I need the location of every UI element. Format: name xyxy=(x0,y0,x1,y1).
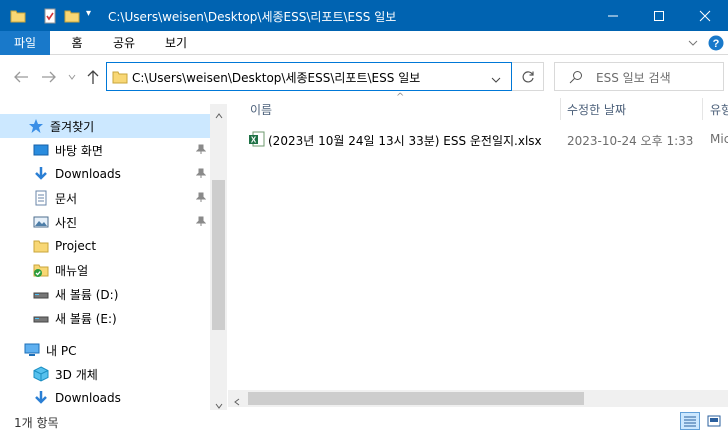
svg-text:?: ? xyxy=(713,38,720,50)
sidebar-item-manual[interactable]: 매뉴얼 xyxy=(0,258,210,282)
desktop-icon xyxy=(33,142,49,158)
address-path[interactable]: C:\Users\weisen\Desktop\세종ESS\리포트\ESS 일보 xyxy=(132,69,420,86)
sidebar-item-downloads[interactable]: Downloads xyxy=(0,162,210,186)
tab-share[interactable]: 공유 xyxy=(108,31,140,55)
sidebar-item-label: 매뉴얼 xyxy=(55,263,89,278)
sidebar-item-drive-e[interactable]: 새 볼륨 (E:) xyxy=(0,306,210,330)
details-view-button[interactable] xyxy=(680,412,700,430)
search-input[interactable]: ESS 일보 검색 xyxy=(596,69,671,86)
scrollbar-thumb[interactable] xyxy=(248,392,584,405)
file-modified: 2023-10-24 오후 1:33 xyxy=(567,134,694,148)
scroll-left-icon[interactable] xyxy=(234,395,240,409)
sidebar-item-label: 새 볼륨 (E:) xyxy=(55,311,117,326)
search-icon xyxy=(569,70,583,87)
address-bar[interactable]: C:\Users\weisen\Desktop\세종ESS\리포트\ESS 일보 xyxy=(106,62,512,91)
pin-icon[interactable] xyxy=(195,192,207,205)
download-icon xyxy=(33,390,49,406)
column-header-type[interactable]: 유형 xyxy=(710,101,728,118)
column-header-name[interactable]: 이름 xyxy=(250,101,272,118)
search-box[interactable]: ESS 일보 검색 xyxy=(554,62,724,91)
excel-file-icon: X xyxy=(249,131,265,150)
scrollbar-thumb[interactable] xyxy=(212,180,225,330)
ribbon-expand-button[interactable] xyxy=(684,31,702,55)
sidebar-item-label: 내 PC xyxy=(46,343,77,358)
window-title: C:\Users\weisen\Desktop\세종ESS\리포트\ESS 일보 xyxy=(108,10,397,24)
address-dropdown-button[interactable] xyxy=(491,73,501,87)
sidebar-item-drive-d[interactable]: 새 볼륨 (D:) xyxy=(0,282,210,306)
sidebar-item-label: Downloads xyxy=(55,167,121,181)
sidebar-item-label: 사진 xyxy=(55,215,78,230)
navigation-pane: 즐겨찾기 바탕 화면 Downloads 문서 사진 Project 매뉴얼 새… xyxy=(0,104,228,410)
computer-icon xyxy=(24,342,40,358)
sidebar-item-label: 즐겨찾기 xyxy=(50,119,95,134)
forward-button[interactable] xyxy=(40,67,58,87)
3d-objects-icon xyxy=(33,366,49,382)
sidebar-item-this-pc[interactable]: 내 PC xyxy=(0,338,210,362)
refresh-button[interactable] xyxy=(512,62,544,91)
column-divider[interactable] xyxy=(702,98,703,120)
tab-file[interactable]: 파일 xyxy=(0,31,50,55)
star-icon xyxy=(28,118,44,134)
picture-icon xyxy=(33,214,49,230)
folder-icon xyxy=(33,238,49,254)
item-count: 1개 항목 xyxy=(14,416,59,430)
minimize-button[interactable] xyxy=(590,0,636,31)
file-type: Mic xyxy=(710,132,728,146)
status-bar: 1개 항목 xyxy=(0,410,728,433)
folder-sync-icon xyxy=(33,262,49,278)
sidebar-item-label: 새 볼륨 (D:) xyxy=(55,287,119,302)
tab-view[interactable]: 보기 xyxy=(160,31,192,55)
maximize-button[interactable] xyxy=(636,0,682,31)
pin-icon[interactable] xyxy=(195,216,207,229)
sidebar-item-quick-access[interactable]: 즐겨찾기 xyxy=(0,114,210,138)
sidebar-scrollbar[interactable] xyxy=(210,104,227,410)
close-button[interactable] xyxy=(682,0,728,31)
ribbon-tabs: 파일 홈 공유 보기 ? xyxy=(0,31,728,55)
customize-toolbar-icon[interactable]: ▾ xyxy=(86,8,91,19)
sidebar-item-label: 문서 xyxy=(55,191,78,206)
recent-locations-button[interactable] xyxy=(66,67,78,87)
pin-icon[interactable] xyxy=(195,168,207,181)
help-button[interactable]: ? xyxy=(707,31,725,55)
back-button[interactable] xyxy=(12,67,30,87)
column-divider[interactable] xyxy=(560,98,561,120)
sidebar-item-label: Project xyxy=(55,239,97,253)
folder-icon xyxy=(10,8,26,27)
scroll-up-icon[interactable] xyxy=(215,108,223,122)
file-name: (2023년 10월 24일 13시 33분) ESS 운전일지.xlsx xyxy=(268,134,542,148)
properties-icon[interactable] xyxy=(42,8,58,27)
up-button[interactable] xyxy=(84,67,102,87)
sidebar-item-label: 바탕 화면 xyxy=(55,143,103,158)
sidebar-item-project[interactable]: Project xyxy=(0,234,210,258)
folder-icon xyxy=(112,69,128,88)
document-icon xyxy=(33,190,49,206)
sidebar-item-pictures[interactable]: 사진 xyxy=(0,210,210,234)
list-horizontal-scrollbar[interactable] xyxy=(228,390,728,407)
sidebar-item-documents[interactable]: 문서 xyxy=(0,186,210,210)
new-folder-icon[interactable] xyxy=(64,8,80,27)
sidebar-item-label: 3D 개체 xyxy=(55,367,98,382)
download-icon xyxy=(33,166,49,182)
sidebar-item-desktop[interactable]: 바탕 화면 xyxy=(0,138,210,162)
sort-indicator: ^ xyxy=(396,92,405,103)
large-icons-view-button[interactable] xyxy=(704,412,724,430)
tab-home[interactable]: 홈 xyxy=(62,31,92,55)
drive-icon xyxy=(33,286,49,302)
sidebar-item-3d-objects[interactable]: 3D 개체 xyxy=(0,362,210,386)
sidebar-item-label: Downloads xyxy=(55,391,121,405)
pin-icon[interactable] xyxy=(195,144,207,157)
title-bar: ▾ C:\Users\weisen\Desktop\세종ESS\리포트\ESS … xyxy=(0,0,728,31)
sidebar-item-pc-downloads[interactable]: Downloads xyxy=(0,386,210,410)
drive-icon xyxy=(33,310,49,326)
column-header-modified[interactable]: 수정한 날짜 xyxy=(567,101,626,118)
svg-text:X: X xyxy=(251,136,257,145)
